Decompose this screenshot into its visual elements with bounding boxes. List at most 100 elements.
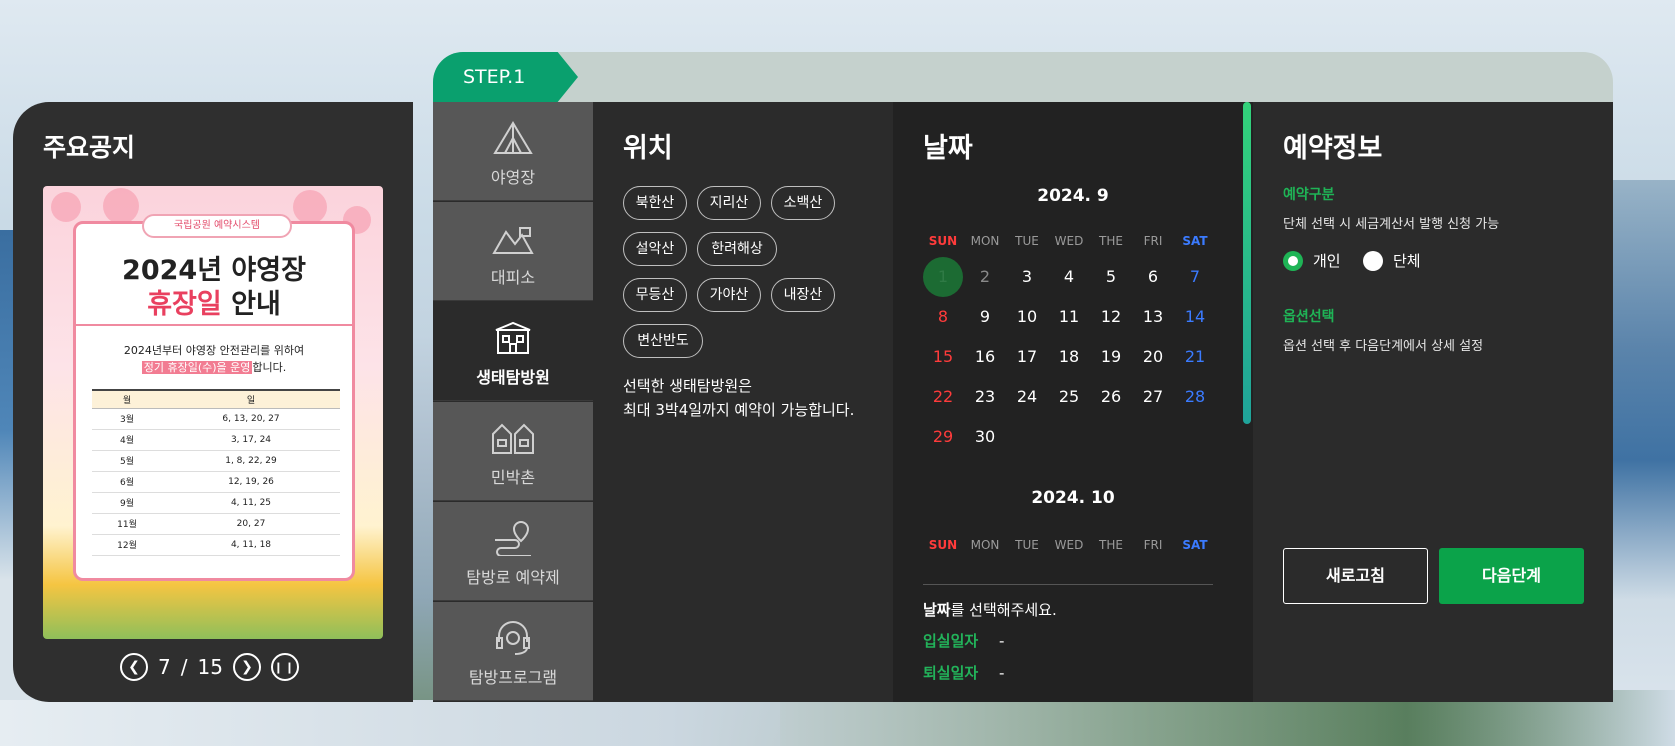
category-shelter[interactable]: 대피소 bbox=[433, 202, 593, 301]
shelter-icon bbox=[492, 227, 534, 254]
radio-label: 단체 bbox=[1393, 252, 1421, 270]
table-cell: 11월 bbox=[92, 513, 162, 535]
category-campsite[interactable]: 야영장 bbox=[433, 102, 593, 201]
calendar-day[interactable]: 4 bbox=[1133, 570, 1173, 582]
table-cell: 9월 bbox=[92, 492, 162, 514]
category-label: 야영장 bbox=[490, 168, 536, 187]
reset-button[interactable]: 새로고침 bbox=[1283, 548, 1428, 604]
location-chip[interactable]: 설악산 bbox=[623, 232, 687, 266]
calendar-day[interactable]: 5 bbox=[1175, 570, 1215, 582]
location-note: 선택한 생태탐방원은 최대 3박4일까지 예약이 가능합니다. bbox=[623, 374, 854, 422]
calendar-day[interactable]: 15 bbox=[923, 337, 963, 377]
calendar-day[interactable]: 2 bbox=[965, 257, 1005, 297]
calendar-day[interactable]: 1 bbox=[1007, 570, 1047, 582]
calendar-day[interactable]: 19 bbox=[1091, 337, 1131, 377]
calendar-day[interactable]: 21 bbox=[1175, 337, 1215, 377]
calendar-day[interactable]: 26 bbox=[1091, 377, 1131, 417]
calendar-day[interactable]: 22 bbox=[923, 377, 963, 417]
location-chip[interactable]: 변산반도 bbox=[623, 324, 703, 358]
location-chip[interactable]: 한려해상 bbox=[697, 232, 777, 266]
category-label: 탐방프로그램 bbox=[468, 668, 558, 687]
reservation-info-column: 예약정보 예약구분 단체 선택 시 세금계산서 발행 신청 가능 개인 단체 옵… bbox=[1253, 102, 1613, 702]
closure-table: 월 일 3월 6, 13, 20, 27 4월 3, 17, 24 5월 1, 8, … bbox=[92, 389, 340, 556]
location-chip[interactable]: 무등산 bbox=[623, 278, 687, 312]
poster-text: 2024년부터 야영장 안전관리를 위하여 bbox=[123, 344, 305, 357]
location-chip[interactable]: 가야산 bbox=[697, 278, 761, 312]
notice-poster[interactable]: 국립공원 예약시스템 2024년 야영장 휴장일 안내 2024년부터 야영장 … bbox=[43, 186, 383, 639]
calendar-day[interactable]: 28 bbox=[1175, 377, 1215, 417]
calendar-day[interactable]: 11 bbox=[1049, 297, 1089, 337]
table-cell: 12월 bbox=[92, 534, 162, 556]
checkout-value: - bbox=[999, 664, 1005, 682]
location-chip[interactable]: 지리산 bbox=[697, 186, 761, 220]
calendar-day[interactable]: 29 bbox=[923, 417, 963, 457]
pager-current: 7 bbox=[158, 655, 171, 679]
calendar-day[interactable]: 24 bbox=[1007, 377, 1047, 417]
calendar-day[interactable]: 25 bbox=[1049, 377, 1089, 417]
poster-card: 국립공원 예약시스템 2024년 야영장 휴장일 안내 2024년부터 야영장 … bbox=[73, 214, 355, 581]
calendar-scroll-area[interactable]: 2024. 9 SUN MON TUE WED THE FRI SAT 1 2 3 4 5 6 7 8 9 10… bbox=[893, 102, 1253, 582]
calendar-day[interactable]: 1 bbox=[923, 257, 963, 297]
category-trail-reservation[interactable]: 탐방로 예약제 bbox=[433, 502, 593, 601]
calendar-day[interactable]: 30 bbox=[965, 417, 1005, 457]
calendar-day[interactable]: 3 bbox=[1007, 257, 1047, 297]
poster-text-2: 정기 휴장일(수)을 운영 합니다. bbox=[76, 359, 352, 375]
calendar-day[interactable]: 16 bbox=[965, 337, 1005, 377]
radio-checked-icon bbox=[1283, 250, 1303, 271]
table-cell: 12, 19, 26 bbox=[162, 471, 340, 493]
table-row: 3월 6, 13, 20, 27 bbox=[92, 408, 340, 430]
calendar-day[interactable]: 8 bbox=[923, 297, 963, 337]
calendar-day[interactable]: 17 bbox=[1007, 337, 1047, 377]
calendar-day[interactable]: 14 bbox=[1175, 297, 1215, 337]
calendar-day[interactable]: 4 bbox=[1049, 257, 1089, 297]
calendar-day[interactable]: 2 bbox=[1049, 570, 1089, 582]
checkin-value: - bbox=[999, 632, 1005, 650]
pause-icon[interactable]: ❙❙ bbox=[270, 653, 299, 681]
date-prompt-rest: 를 선택해주세요. bbox=[950, 601, 1057, 619]
location-chip[interactable]: 내장산 bbox=[771, 278, 835, 312]
location-chip[interactable]: 소백산 bbox=[771, 186, 835, 220]
calendar-scrollbar[interactable] bbox=[1243, 102, 1251, 424]
next-step-button[interactable]: 다음단계 bbox=[1439, 548, 1584, 604]
calendar-day[interactable]: 7 bbox=[1175, 257, 1215, 297]
table-header-day: 일 bbox=[162, 389, 340, 409]
calendar-day[interactable]: 10 bbox=[1007, 297, 1047, 337]
chevron-right-icon[interactable]: ❯ bbox=[232, 653, 261, 681]
weekday-header: TUE bbox=[1015, 538, 1039, 552]
radio-individual[interactable]: 개인 bbox=[1283, 250, 1341, 271]
tent-icon bbox=[493, 121, 533, 154]
location-title: 위치 bbox=[623, 133, 673, 164]
checkout-row: 퇴실일자 - bbox=[923, 662, 1004, 683]
table-cell: 1, 8, 22, 29 bbox=[162, 450, 340, 472]
calendar-day[interactable]: 23 bbox=[965, 377, 1005, 417]
category-minbak[interactable]: 민박촌 bbox=[433, 402, 593, 501]
chevron-left-icon[interactable]: ❮ bbox=[120, 653, 148, 681]
option-desc: 옵션 선택 후 다음단계에서 상세 설정 bbox=[1283, 339, 1484, 354]
location-note-line: 최대 3박4일까지 예약이 가능합니다. bbox=[623, 401, 855, 419]
calendar-day[interactable]: 9 bbox=[965, 297, 1005, 337]
calendar-day[interactable]: 18 bbox=[1049, 337, 1089, 377]
category-program[interactable]: 탐방프로그램 bbox=[433, 602, 593, 701]
weekday-header: SUN bbox=[928, 538, 958, 552]
weekday-header: THE bbox=[1099, 538, 1123, 552]
poster-text-highlight: 정기 휴장일(수)을 운영 bbox=[141, 361, 253, 374]
pager-total: 15 bbox=[197, 655, 223, 679]
checkin-label: 입실일자 bbox=[923, 632, 979, 650]
headset-icon bbox=[496, 621, 530, 655]
step-tab: STEP.1 bbox=[433, 52, 578, 102]
calendar-day[interactable]: 27 bbox=[1133, 377, 1173, 417]
weekday-header: SUN bbox=[928, 234, 958, 248]
location-chip[interactable]: 북한산 bbox=[623, 186, 687, 220]
calendar-day[interactable]: 13 bbox=[1133, 297, 1173, 337]
calendar-day[interactable]: 20 bbox=[1133, 337, 1173, 377]
category-label: 생태탐방원 bbox=[476, 368, 550, 387]
calendar-day[interactable]: 12 bbox=[1091, 297, 1131, 337]
weekday-header: MON bbox=[970, 234, 1000, 248]
calendar-day[interactable]: 5 bbox=[1091, 257, 1131, 297]
calendar-day[interactable]: 6 bbox=[1133, 257, 1173, 297]
radio-group[interactable]: 단체 bbox=[1363, 250, 1421, 271]
category-eco-center[interactable]: 생태탐방원 bbox=[433, 302, 593, 401]
radio-unchecked-icon bbox=[1363, 250, 1383, 271]
notice-pager: ❮ 7 / 15 ❯ ❙❙ bbox=[120, 653, 299, 681]
calendar-day[interactable]: 3 bbox=[1091, 570, 1131, 582]
